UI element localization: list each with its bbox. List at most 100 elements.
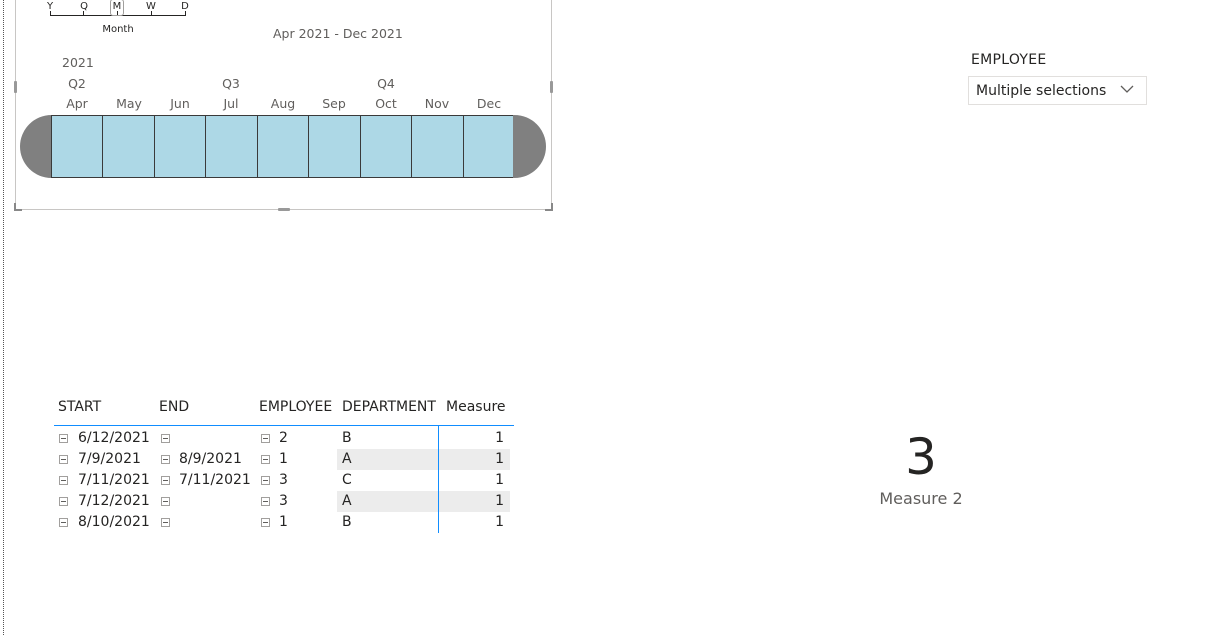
cell-measure: 1 xyxy=(495,514,504,530)
timeline-month-label: Oct xyxy=(375,96,397,111)
timeline-cell-nov[interactable] xyxy=(411,116,463,177)
timeline-month-label: Sep xyxy=(322,96,346,111)
cell-measure: 1 xyxy=(495,493,504,509)
employee-slicer-title: EMPLOYEE xyxy=(971,52,1047,68)
cell-employee: 1 xyxy=(279,451,288,467)
timeline-month-label: Apr xyxy=(66,96,88,111)
cell-start: 6/12/2021 xyxy=(78,430,150,446)
collapse-icon[interactable] xyxy=(261,476,270,485)
timeline-cell-apr[interactable] xyxy=(51,116,103,177)
timeline-cell-oct[interactable] xyxy=(359,116,412,177)
timeline-month-label: Nov xyxy=(424,96,450,111)
chevron-down-icon xyxy=(1120,85,1134,93)
granularity-year[interactable]: Y xyxy=(43,1,57,12)
table-header-row: START END EMPLOYEE DEPARTMENT Measure xyxy=(54,396,514,426)
report-canvas: Y Q M W D Month Apr 2021 - Dec 2021 2021… xyxy=(0,0,1221,635)
column-header-department[interactable]: DEPARTMENT xyxy=(342,399,436,415)
employee-slicer: EMPLOYEE Multiple selections xyxy=(968,52,1147,105)
cell-employee: 1 xyxy=(279,514,288,530)
column-header-measure[interactable]: Measure xyxy=(446,399,506,415)
cell-department: A xyxy=(342,493,352,509)
collapse-icon[interactable] xyxy=(59,476,68,485)
cell-employee: 3 xyxy=(279,472,288,488)
timeline-month-label: Jun xyxy=(170,96,190,111)
table-row: 7/9/2021 8/9/2021 1 A 1 xyxy=(54,449,514,470)
granularity-month[interactable]: M xyxy=(110,0,124,16)
timeline-cell-dec[interactable] xyxy=(462,116,515,177)
timeline-quarter-label: Q2 xyxy=(68,76,86,91)
collapse-icon[interactable] xyxy=(161,434,170,443)
cell-end: 7/11/2021 xyxy=(179,472,251,488)
table-row: 6/12/2021 2 B 1 xyxy=(54,428,514,449)
table-row: 7/11/2021 7/11/2021 3 C 1 xyxy=(54,470,514,491)
table-row: 8/10/2021 1 B 1 xyxy=(54,512,514,533)
timeline-cells[interactable] xyxy=(51,115,515,178)
resize-handle-left[interactable] xyxy=(14,81,17,93)
timeline-year-label: 2021 xyxy=(62,55,94,70)
collapse-icon[interactable] xyxy=(59,455,68,464)
timeline-month-label: Jul xyxy=(223,96,239,111)
cell-department: A xyxy=(342,451,352,467)
granularity-day[interactable]: D xyxy=(178,1,192,12)
cell-start: 8/10/2021 xyxy=(78,514,150,530)
timeline-cell-jul[interactable] xyxy=(205,116,257,177)
timeline-range-label: Apr 2021 - Dec 2021 xyxy=(273,26,403,41)
granularity-week[interactable]: W xyxy=(144,1,158,12)
cell-department: B xyxy=(342,430,352,446)
resize-handle-bottom[interactable] xyxy=(278,208,290,211)
timeline-end-handle[interactable] xyxy=(513,115,546,178)
timeline-slicer[interactable]: Y Q M W D Month Apr 2021 - Dec 2021 2021… xyxy=(14,0,553,211)
cell-department: C xyxy=(342,472,352,488)
timeline-cell-aug[interactable] xyxy=(256,116,309,177)
collapse-icon[interactable] xyxy=(161,497,170,506)
employee-dropdown-value: Multiple selections xyxy=(976,83,1107,99)
timeline-month-label: Dec xyxy=(476,96,502,111)
timeline-quarter-label: Q4 xyxy=(377,76,395,91)
cell-employee: 2 xyxy=(279,430,288,446)
timeline-cell-sep[interactable] xyxy=(308,116,360,177)
data-table: START END EMPLOYEE DEPARTMENT Measure 6/… xyxy=(54,396,514,533)
resize-handle-bottom-left[interactable] xyxy=(14,203,22,211)
timeline-cell-jun[interactable] xyxy=(153,116,206,177)
timeline-start-handle[interactable] xyxy=(20,115,53,178)
timeline-month-label: Aug xyxy=(270,96,296,111)
column-header-employee[interactable]: EMPLOYEE xyxy=(259,399,332,415)
collapse-icon[interactable] xyxy=(261,518,270,527)
card-value: 3 xyxy=(905,428,937,486)
resize-handle-bottom-right[interactable] xyxy=(545,203,553,211)
timeline-cell-may[interactable] xyxy=(102,116,154,177)
employee-dropdown[interactable]: Multiple selections xyxy=(968,76,1147,105)
cell-start: 7/9/2021 xyxy=(78,451,141,467)
cell-measure: 1 xyxy=(495,451,504,467)
granularity-selector[interactable]: Y Q M W D Month xyxy=(47,0,189,35)
column-resize-divider[interactable] xyxy=(438,426,439,533)
measure-card: 3 Measure 2 xyxy=(860,425,982,508)
granularity-quarter[interactable]: Q xyxy=(77,1,91,12)
card-label: Measure 2 xyxy=(879,489,963,508)
timeline-quarter-label: Q3 xyxy=(222,76,240,91)
table-row: 7/12/2021 3 A 1 xyxy=(54,491,514,512)
timeline-month-label: May xyxy=(116,96,142,111)
collapse-icon[interactable] xyxy=(261,455,270,464)
cell-end: 8/9/2021 xyxy=(179,451,242,467)
collapse-icon[interactable] xyxy=(59,434,68,443)
collapse-icon[interactable] xyxy=(161,476,170,485)
cell-measure: 1 xyxy=(495,430,504,446)
collapse-icon[interactable] xyxy=(59,497,68,506)
collapse-icon[interactable] xyxy=(261,434,270,443)
column-header-start[interactable]: START xyxy=(58,399,101,415)
column-header-end[interactable]: END xyxy=(159,399,189,415)
collapse-icon[interactable] xyxy=(59,518,68,527)
resize-handle-right[interactable] xyxy=(550,81,553,93)
granularity-caption: Month xyxy=(102,24,134,35)
cell-department: B xyxy=(342,514,352,530)
cell-measure: 1 xyxy=(495,472,504,488)
cell-employee: 3 xyxy=(279,493,288,509)
timeline-track[interactable] xyxy=(20,115,546,178)
collapse-icon[interactable] xyxy=(161,455,170,464)
cell-start: 7/11/2021 xyxy=(78,472,150,488)
cell-start: 7/12/2021 xyxy=(78,493,150,509)
collapse-icon[interactable] xyxy=(161,518,170,527)
collapse-icon[interactable] xyxy=(261,497,270,506)
page-boundary xyxy=(3,0,4,635)
